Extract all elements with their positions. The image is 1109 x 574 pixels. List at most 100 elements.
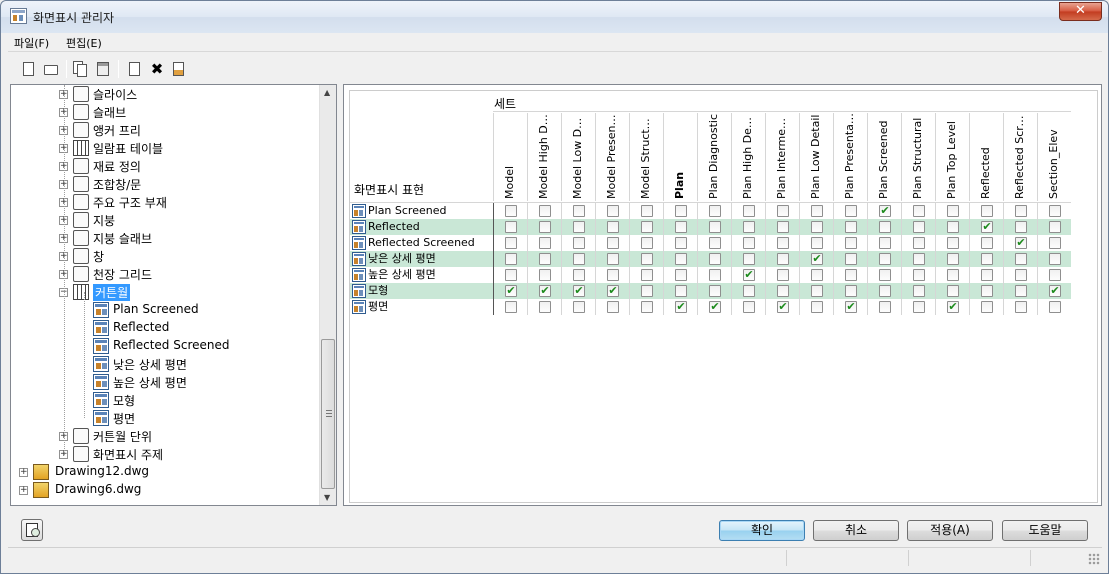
set-checkbox[interactable] <box>981 269 993 281</box>
set-checkbox[interactable] <box>845 237 857 249</box>
set-checkbox[interactable] <box>913 269 925 281</box>
display-tree[interactable]: + 슬라이스 + 슬래브 + 앵커 프리 + 일람표 테이블 + 재료 정의 + 조합창/문 + 주요 구… <box>10 84 337 506</box>
row-label[interactable]: Reflected <box>352 219 420 235</box>
set-checkbox[interactable] <box>1049 253 1061 265</box>
close-button[interactable]: ✕ <box>1059 2 1102 21</box>
set-checkbox[interactable] <box>845 205 857 217</box>
set-checkbox[interactable] <box>811 269 823 281</box>
tree-item[interactable]: + 화면표시 주제 <box>11 445 316 463</box>
menu-edit[interactable]: 편집(E) <box>66 35 102 51</box>
set-checkbox[interactable] <box>913 205 925 217</box>
set-checkbox[interactable] <box>675 253 687 265</box>
set-checkbox[interactable] <box>1049 237 1061 249</box>
set-checkbox-checked[interactable]: ✔ <box>1015 237 1027 249</box>
set-checkbox[interactable] <box>777 221 789 233</box>
set-checkbox[interactable] <box>573 205 585 217</box>
expand-toggle-icon[interactable]: + <box>19 486 28 495</box>
column-header[interactable]: Plan <box>663 113 697 201</box>
paste-button[interactable] <box>94 60 112 78</box>
set-checkbox[interactable] <box>913 253 925 265</box>
tree-item[interactable]: 낮은 상세 평면 <box>11 355 316 373</box>
set-checkbox[interactable] <box>981 301 993 313</box>
set-checkbox-checked[interactable]: ✔ <box>1049 285 1061 297</box>
properties-button[interactable] <box>126 60 144 78</box>
column-header[interactable]: Plan Low Detail <box>799 113 833 201</box>
set-checkbox[interactable] <box>607 269 619 281</box>
set-checkbox[interactable] <box>981 253 993 265</box>
set-checkbox[interactable] <box>947 221 959 233</box>
set-checkbox[interactable] <box>505 237 517 249</box>
column-header[interactable]: Plan Intermedia... <box>765 113 799 201</box>
set-checkbox[interactable] <box>675 285 687 297</box>
tree-item[interactable]: + 지붕 <box>11 211 316 229</box>
ok-button[interactable]: 확인 <box>719 520 805 541</box>
set-checkbox[interactable] <box>947 269 959 281</box>
set-checkbox[interactable] <box>641 237 653 249</box>
cancel-button[interactable]: 취소 <box>813 520 899 541</box>
set-checkbox[interactable] <box>947 237 959 249</box>
apply-button[interactable]: 적용(A) <box>907 520 993 541</box>
set-checkbox[interactable] <box>845 269 857 281</box>
set-checkbox[interactable] <box>947 205 959 217</box>
set-checkbox[interactable] <box>607 221 619 233</box>
set-checkbox[interactable] <box>573 253 585 265</box>
set-checkbox[interactable] <box>777 237 789 249</box>
tree-item[interactable]: + 일람표 테이블 <box>11 139 316 157</box>
set-checkbox[interactable] <box>573 221 585 233</box>
column-header[interactable]: Reflected Scre... <box>1003 113 1037 201</box>
tree-item[interactable]: + 지붕 슬래브 <box>11 229 316 247</box>
column-header[interactable]: Plan Diagnostic <box>697 113 731 201</box>
tree-item[interactable]: + Drawing12.dwg <box>11 463 316 481</box>
set-checkbox[interactable] <box>641 221 653 233</box>
set-checkbox[interactable] <box>777 269 789 281</box>
set-checkbox[interactable] <box>981 285 993 297</box>
set-checkbox[interactable] <box>743 301 755 313</box>
row-label[interactable]: Plan Screened <box>352 203 446 219</box>
set-checkbox[interactable] <box>981 205 993 217</box>
set-checkbox-checked[interactable]: ✔ <box>947 301 959 313</box>
set-checkbox[interactable] <box>539 221 551 233</box>
set-checkbox[interactable] <box>777 285 789 297</box>
set-checkbox[interactable] <box>947 253 959 265</box>
set-checkbox[interactable] <box>879 269 891 281</box>
column-header[interactable]: Plan Presentation <box>833 113 867 201</box>
set-checkbox[interactable] <box>811 221 823 233</box>
set-checkbox[interactable] <box>743 237 755 249</box>
set-checkbox-checked[interactable]: ✔ <box>811 253 823 265</box>
set-checkbox[interactable] <box>709 221 721 233</box>
set-checkbox[interactable] <box>539 237 551 249</box>
open-button[interactable] <box>42 60 60 78</box>
tree-scrollbar[interactable]: ▲ ▼ <box>319 85 336 505</box>
set-checkbox[interactable] <box>675 205 687 217</box>
tree-item[interactable]: + 주요 구조 부재 <box>11 193 316 211</box>
status-icon[interactable] <box>21 519 43 541</box>
set-checkbox[interactable] <box>641 269 653 281</box>
set-checkbox-checked[interactable]: ✔ <box>981 221 993 233</box>
column-header[interactable]: Model Presenta... <box>595 113 629 201</box>
set-checkbox[interactable] <box>743 205 755 217</box>
set-checkbox-checked[interactable]: ✔ <box>879 205 891 217</box>
title-bar[interactable]: 화면표시 관리자 ✕ <box>1 1 1108 33</box>
set-checkbox[interactable] <box>1015 269 1027 281</box>
set-checkbox[interactable] <box>709 237 721 249</box>
set-checkbox[interactable] <box>981 237 993 249</box>
set-checkbox-checked[interactable]: ✔ <box>675 301 687 313</box>
column-header[interactable]: Plan Screened <box>867 113 901 201</box>
set-checkbox[interactable] <box>573 301 585 313</box>
copy-button[interactable] <box>72 60 90 78</box>
row-label[interactable]: 평면 <box>352 299 388 315</box>
set-checkbox[interactable] <box>1015 285 1027 297</box>
column-header[interactable]: Section_Elev <box>1037 113 1071 201</box>
row-label[interactable]: 낮은 상세 평면 <box>352 251 436 267</box>
set-checkbox[interactable] <box>573 269 585 281</box>
set-checkbox[interactable] <box>1049 269 1061 281</box>
set-checkbox[interactable] <box>709 269 721 281</box>
set-checkbox[interactable] <box>743 221 755 233</box>
set-checkbox[interactable] <box>879 301 891 313</box>
set-checkbox[interactable] <box>947 285 959 297</box>
set-checkbox[interactable] <box>811 301 823 313</box>
tree-item[interactable]: 평면 <box>11 409 316 427</box>
set-checkbox[interactable] <box>505 269 517 281</box>
row-label[interactable]: 높은 상세 평면 <box>352 267 436 283</box>
set-checkbox[interactable] <box>879 221 891 233</box>
